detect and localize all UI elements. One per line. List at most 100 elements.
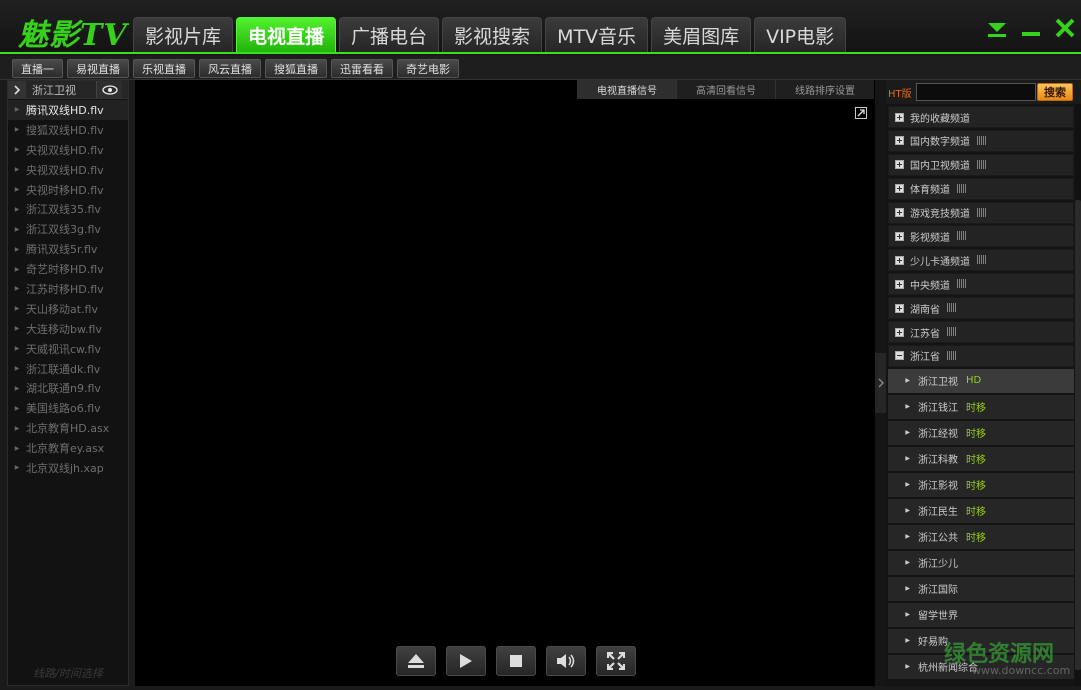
video-player[interactable]: 电视直播信号 高清回看信号 线路排序设置: [135, 80, 875, 686]
expand-plus-icon[interactable]: +: [895, 231, 904, 241]
main-tab[interactable]: VIP电影: [754, 17, 847, 52]
channel-item[interactable]: ▶ 浙江少儿: [888, 550, 1074, 575]
signal-bars: |||||: [946, 303, 957, 314]
popout-icon[interactable]: [855, 107, 867, 119]
source-item[interactable]: ▶ 大连移动bw.flv: [8, 319, 128, 339]
source-panel: 浙江卫视 ▶ 腾讯双线HD.flv ▶ 搜狐双线HD.flv ▶ 央视双线HD.flv ▶ 央…: [7, 80, 129, 686]
stop-icon[interactable]: [496, 646, 536, 676]
scrollbar-thumb[interactable]: [1075, 200, 1081, 670]
sub-tab[interactable]: 乐视直播: [133, 59, 195, 78]
source-item[interactable]: ▶ 央视双线HD.flv: [8, 160, 128, 180]
channel-item[interactable]: ▶ 浙江民生 时移: [888, 498, 1074, 523]
sub-tab[interactable]: 搜狐直播: [265, 59, 327, 78]
chevron-right-icon[interactable]: [8, 81, 26, 98]
category-item[interactable]: + 少儿卡通频道 |||||: [888, 249, 1074, 272]
source-item[interactable]: ▶ 浙江双线35.flv: [8, 199, 128, 219]
expand-plus-icon[interactable]: +: [895, 136, 904, 146]
category-item[interactable]: + 湖南省 |||||: [888, 297, 1074, 320]
signal-tab[interactable]: 电视直播信号: [577, 80, 676, 99]
sub-tab[interactable]: 风云直播: [199, 59, 261, 78]
source-item[interactable]: ▶ 天山移动at.flv: [8, 299, 128, 319]
dropdown-icon[interactable]: [985, 16, 1009, 40]
channel-item[interactable]: ▶ 浙江国际: [888, 576, 1074, 601]
source-item[interactable]: ▶ 腾讯双线5r.flv: [8, 239, 128, 259]
source-item[interactable]: ▶ 北京教育ey.asx: [8, 438, 128, 458]
source-item[interactable]: ▶ 浙江联通dk.flv: [8, 359, 128, 379]
source-item[interactable]: ▶ 搜狐双线HD.flv: [8, 120, 128, 140]
source-item[interactable]: ▶ 天威视讯cw.flv: [8, 339, 128, 359]
expand-plus-icon[interactable]: +: [895, 303, 904, 313]
triangle-right-icon: ▶: [905, 481, 910, 489]
close-icon[interactable]: [1053, 16, 1077, 40]
sub-tab[interactable]: 易视直播: [67, 59, 129, 78]
source-item[interactable]: ▶ 央视双线HD.flv: [8, 140, 128, 160]
play-icon[interactable]: [446, 646, 486, 676]
expand-plus-icon[interactable]: +: [895, 184, 904, 194]
source-panel-header: 浙江卫视: [8, 81, 128, 99]
sub-tab[interactable]: 迅雷看看: [331, 59, 393, 78]
signal-bars: |||||: [976, 255, 987, 266]
collapse-minus-icon[interactable]: −: [895, 351, 904, 361]
channel-item[interactable]: ▶ 浙江卫视 HD: [888, 368, 1074, 393]
sub-tab[interactable]: 奇艺电影: [397, 59, 459, 78]
category-label: 江苏省: [910, 328, 940, 340]
source-item[interactable]: ▶ 江苏时移HD.flv: [8, 279, 128, 299]
expand-plus-icon[interactable]: +: [895, 160, 904, 170]
signal-tab[interactable]: 线路排序设置: [775, 80, 874, 99]
source-item[interactable]: ▶ 美国线路o6.flv: [8, 398, 128, 418]
expand-plus-icon[interactable]: +: [895, 255, 904, 265]
signal-bars: |||||: [976, 135, 987, 146]
channel-item[interactable]: ▶ 浙江公共 时移: [888, 524, 1074, 549]
chevron-right-icon[interactable]: [875, 353, 886, 413]
channel-item[interactable]: ▶ 浙江经视 时移: [888, 420, 1074, 445]
triangle-right-icon: ▶: [14, 404, 20, 412]
channel-item[interactable]: ▶ 浙江科教 时移: [888, 446, 1074, 471]
category-label: 中央频道: [910, 280, 950, 292]
source-label: 浙江联通dk.flv: [26, 362, 101, 376]
channel-label: 浙江国际: [918, 585, 958, 597]
source-item[interactable]: ▶ 湖北联通n9.flv: [8, 378, 128, 398]
category-item[interactable]: + 我的收藏频道: [888, 106, 1074, 128]
source-item[interactable]: ▶ 央视时移HD.flv: [8, 180, 128, 200]
eject-icon[interactable]: [396, 646, 436, 676]
search-button[interactable]: 搜索: [1037, 83, 1073, 101]
channel-tag: 时移: [966, 403, 986, 415]
source-item[interactable]: ▶ 腾讯双线HD.flv: [8, 100, 128, 120]
category-item[interactable]: − 浙江省 |||||: [888, 344, 1074, 367]
eye-icon[interactable]: [96, 81, 122, 98]
source-item[interactable]: ▶ 北京双线jh.xap: [8, 458, 128, 478]
main-tab[interactable]: 影视片库: [133, 17, 234, 52]
volume-icon[interactable]: [546, 646, 586, 676]
triangle-right-icon: ▶: [14, 325, 20, 333]
channel-item[interactable]: ▶ 留学世界: [888, 602, 1074, 627]
category-item[interactable]: + 中央频道 |||||: [888, 273, 1074, 296]
category-item[interactable]: + 国内卫视频道 |||||: [888, 153, 1074, 176]
channel-item[interactable]: ▶ 浙江影视 时移: [888, 472, 1074, 497]
scrollbar[interactable]: [1075, 104, 1081, 686]
category-item[interactable]: + 影视频道 |||||: [888, 225, 1074, 248]
expand-plus-icon[interactable]: +: [895, 279, 904, 289]
triangle-right-icon: ▶: [905, 663, 910, 671]
main-tab[interactable]: 广播电台: [339, 17, 440, 52]
main-tab[interactable]: 影视搜索: [442, 17, 543, 52]
category-item[interactable]: + 国内数字频道 |||||: [888, 129, 1074, 152]
minimize-icon[interactable]: [1019, 16, 1043, 40]
fullscreen-icon[interactable]: [596, 646, 636, 676]
main-tab[interactable]: MTV音乐: [545, 17, 649, 52]
source-item[interactable]: ▶ 奇艺时移HD.flv: [8, 259, 128, 279]
category-item[interactable]: + 江苏省 |||||: [888, 321, 1074, 344]
sub-tab[interactable]: 直播一: [12, 59, 63, 78]
source-item[interactable]: ▶ 浙江双线3g.flv: [8, 219, 128, 239]
main-tab[interactable]: 美眉图库: [651, 17, 752, 52]
channel-item[interactable]: ▶ 浙江钱江 时移: [888, 394, 1074, 419]
main-tab[interactable]: 电视直播: [236, 17, 337, 52]
source-item[interactable]: ▶ 北京教育HD.asx: [8, 418, 128, 438]
search-input[interactable]: [916, 83, 1036, 101]
signal-tab[interactable]: 高清回看信号: [676, 80, 775, 99]
expand-plus-icon[interactable]: +: [895, 112, 904, 122]
expand-plus-icon[interactable]: +: [895, 208, 904, 218]
category-item[interactable]: + 游戏竞技频道 |||||: [888, 201, 1074, 224]
expand-plus-icon[interactable]: +: [895, 327, 904, 337]
channel-tag: 时移: [966, 429, 986, 441]
category-item[interactable]: + 体育频道 |||||: [888, 177, 1074, 200]
